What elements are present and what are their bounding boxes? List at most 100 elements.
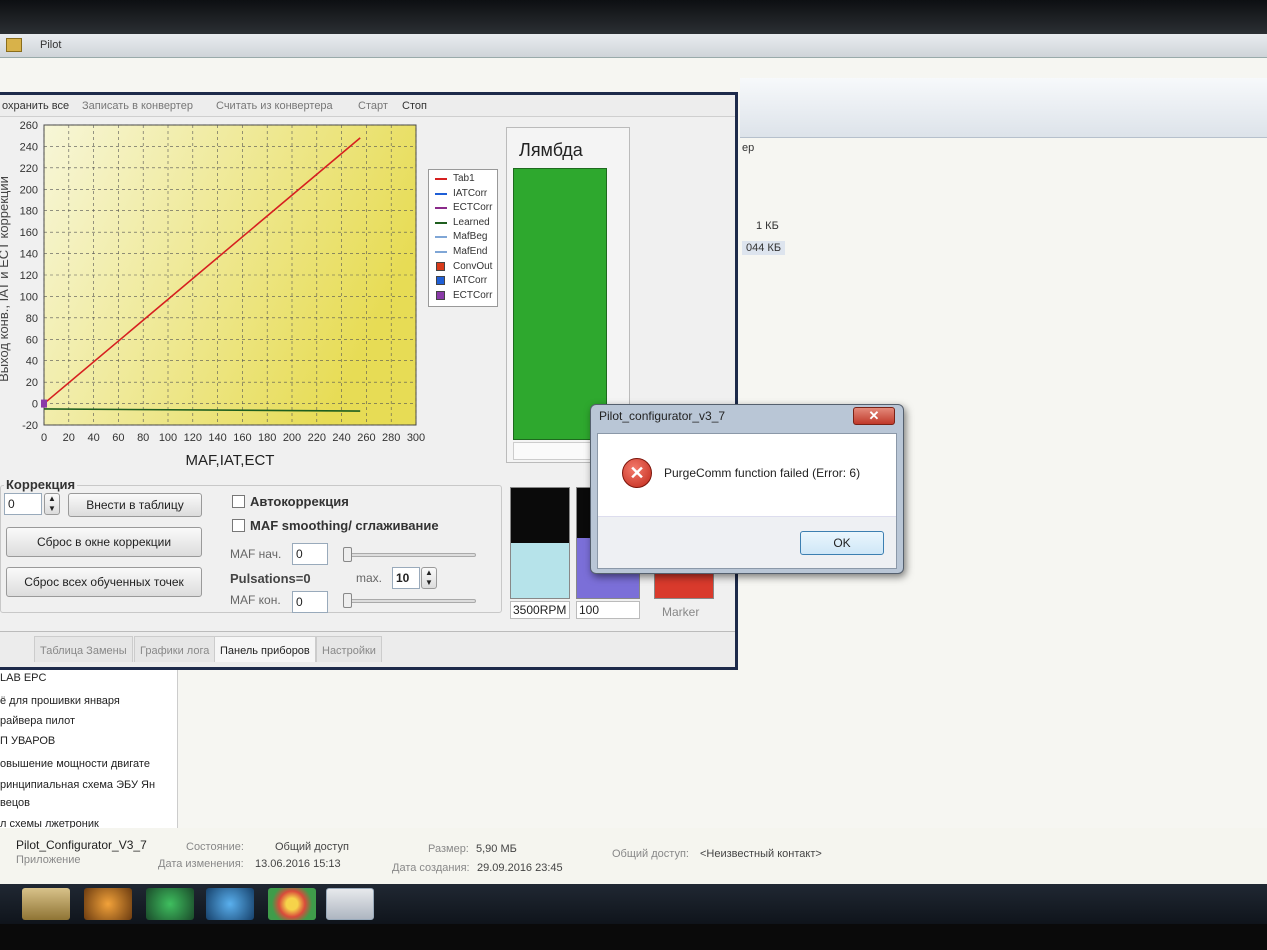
maf-smoothing-checkbox[interactable] [232, 519, 245, 532]
chrome-icon[interactable] [268, 888, 316, 920]
nav-item[interactable]: ё для прошивки января [0, 695, 120, 707]
size-value: 5,90 МБ [476, 843, 517, 855]
error-icon: ✕ [622, 458, 652, 488]
y-tick-label: 240 [20, 141, 38, 153]
legend-label: MafBeg [453, 231, 488, 243]
x-tick-label: 20 [63, 432, 75, 444]
y-axis-label: Выход конв., IAT и ECT коррекции [0, 176, 11, 382]
x-tick-label: 260 [357, 432, 375, 444]
file-type: Приложение [16, 854, 81, 866]
explorer-details-pane: Pilot_Configurator_V3_7 Приложение Состо… [0, 828, 1267, 884]
tab-log-graphs[interactable]: Графики лога [134, 636, 216, 662]
nav-item[interactable]: ринципиальная схема ЭБУ Ян [0, 779, 155, 791]
x-tick-label: 240 [332, 432, 350, 444]
chart-legend: Tab1 IATCorr ECTCorr Learned MafBeg MafEnd Con… [428, 169, 498, 307]
x-tick-label: 100 [159, 432, 177, 444]
share-value: <Неизвестный контакт> [700, 848, 822, 860]
y-tick-label: -20 [22, 420, 38, 432]
y-tick-label: 200 [20, 184, 38, 196]
reset-all-points-button[interactable]: Сброс всех обученных точек [6, 567, 202, 597]
explorer-address-bar: Pilot [0, 34, 1267, 58]
rpm-gauge [510, 487, 570, 599]
x-tick-label: 0 [41, 432, 47, 444]
reset-window-button[interactable]: Сброс в окне коррекции [6, 527, 202, 557]
tab-dashboard[interactable]: Панель приборов [214, 636, 316, 662]
legend-entry: ECTCorr [433, 201, 499, 215]
ok-button[interactable]: OK [800, 531, 884, 555]
file-size-cell: 1 КБ [756, 220, 779, 232]
x-tick-label: 40 [87, 432, 99, 444]
maf-end-slider[interactable] [344, 599, 476, 603]
nav-item[interactable]: райвера пилот [0, 715, 75, 727]
nav-item[interactable]: овышение мощности двигате [0, 758, 150, 770]
start-button[interactable]: Старт [358, 100, 388, 112]
created-value: 29.09.2016 23:45 [477, 862, 563, 874]
folder-icon [6, 38, 22, 52]
legend-label: Tab1 [453, 173, 475, 184]
nav-item[interactable]: LAB EPC [0, 672, 46, 684]
maf-end-input[interactable]: 0 [292, 591, 328, 613]
y-tick-label: 260 [20, 120, 38, 132]
x-tick-label: 180 [258, 432, 276, 444]
dialog-close-button[interactable]: ✕ [853, 407, 895, 425]
pilot-configurator-window: охранить все Записать в конвертер Считат… [0, 92, 738, 670]
read-converter-button[interactable]: Считать из конвертера [216, 100, 333, 112]
legend-entry: Learned [433, 216, 499, 230]
file-name: Pilot_Configurator_V3_7 [16, 838, 147, 852]
correction-title: Коррекция [4, 477, 78, 492]
pilot-configurator-taskbar-icon[interactable] [326, 888, 374, 920]
legend-label: IATCorr [453, 187, 488, 199]
stop-button[interactable]: Стоп [402, 100, 427, 112]
maf-start-slider-thumb[interactable] [343, 547, 352, 562]
monitor-bottom-bezel [0, 924, 1267, 950]
explorer-icon[interactable] [22, 888, 70, 920]
explorer-nav-pane: LAB EPC ё для прошивки января райвера пи… [0, 670, 178, 830]
marker-label: Marker [662, 605, 700, 619]
legend-label: ECTCorr [453, 202, 493, 214]
internet-explorer-icon[interactable] [206, 888, 254, 920]
media-player-icon[interactable] [84, 888, 132, 920]
dialog-body: ✕ PurgeComm function failed (Error: 6) O… [597, 433, 897, 569]
y-tick-label: 60 [26, 334, 38, 346]
x-tick-label: 160 [233, 432, 251, 444]
legend-entry: IATCorr [433, 274, 499, 288]
legend-label: ECTCorr [453, 289, 493, 301]
column-header[interactable]: ер [742, 142, 792, 164]
legend-entry: ConvOut [433, 260, 499, 274]
share-label: Общий доступ: [612, 848, 689, 860]
max-label: max. [356, 571, 383, 585]
second-gauge-value: 100 [576, 601, 640, 619]
maf-start-input[interactable]: 0 [292, 543, 328, 565]
app-toolbar: охранить все Записать в конвертер Считат… [0, 95, 735, 117]
tab-settings[interactable]: Настройки [316, 636, 382, 662]
y-tick-label: 160 [20, 227, 38, 239]
lambda-bar [513, 168, 607, 440]
breadcrumb[interactable]: Pilot [40, 39, 61, 51]
lambda-title: Лямбда [519, 140, 583, 160]
apply-to-table-button[interactable]: Внести в таблицу [68, 493, 202, 517]
write-converter-button[interactable]: Записать в конвертер [82, 100, 193, 112]
y-tick-label: 20 [26, 377, 38, 389]
autocorrection-checkbox[interactable] [232, 495, 245, 508]
maf-end-slider-thumb[interactable] [343, 593, 352, 608]
max-spinner[interactable]: ▲ ▼ [421, 567, 437, 589]
legend-swatch [435, 221, 447, 224]
correction-spinner[interactable]: ▲ ▼ [44, 493, 60, 515]
correction-value-input[interactable]: 0 [4, 493, 42, 515]
correction-group: Коррекция 0 ▲ ▼ Внести в таблицу Сброс в … [0, 477, 502, 617]
y-tick-label: 40 [26, 356, 38, 368]
x-tick-label: 220 [308, 432, 326, 444]
max-input[interactable]: 10 [392, 567, 420, 589]
dialog-title: Pilot_configurator_v3_7 [599, 409, 726, 423]
nav-item[interactable]: вецов [0, 797, 30, 809]
legend-swatch [435, 251, 447, 253]
dialog-footer: OK [598, 516, 896, 568]
tab-replacement-table[interactable]: Таблица Замены [34, 636, 133, 662]
save-all-button[interactable]: охранить все [2, 100, 69, 112]
nav-item[interactable]: П УВАРОВ [0, 735, 55, 747]
legend-swatch [435, 192, 447, 195]
y-tick-label: 120 [20, 270, 38, 282]
app-icon[interactable] [146, 888, 194, 920]
maf-start-slider[interactable] [344, 553, 476, 557]
y-tick-label: 180 [20, 206, 38, 218]
